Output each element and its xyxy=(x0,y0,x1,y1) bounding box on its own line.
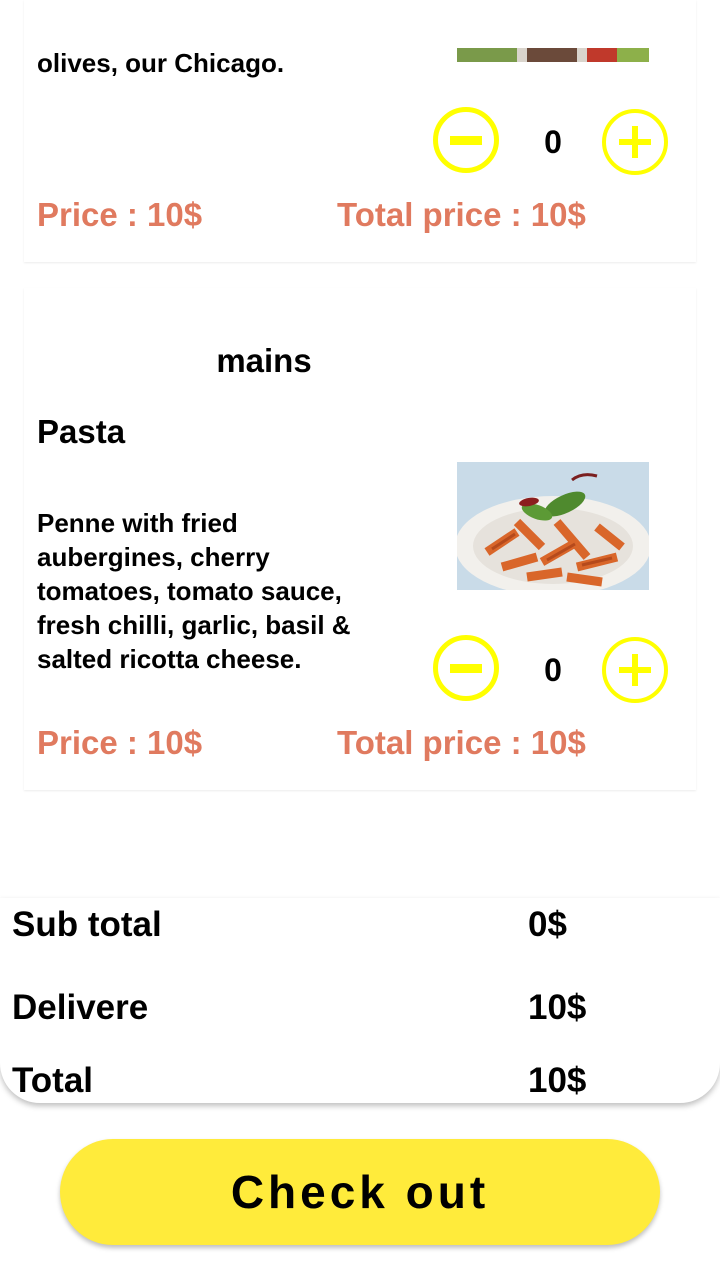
decrease-quantity-button[interactable] xyxy=(433,107,499,173)
minus-icon xyxy=(450,663,482,673)
minus-icon xyxy=(450,135,482,145)
quantity-value: 0 xyxy=(544,652,562,688)
quantity-value: 0 xyxy=(544,124,562,160)
subtotal-value: 0$ xyxy=(528,905,567,944)
total-label: Total xyxy=(12,1061,94,1100)
delivery-value: 10$ xyxy=(528,988,587,1027)
checkout-button[interactable]: Check out xyxy=(60,1139,660,1245)
item-description: Penne with fried aubergines, cherry toma… xyxy=(37,508,351,674)
item-name: Pasta xyxy=(37,413,126,450)
increase-quantity-button[interactable] xyxy=(602,637,668,703)
item-price: Price : 10$ xyxy=(37,724,203,761)
item-image xyxy=(457,48,649,62)
menu-item-card: mains Pasta Penne with fried aubergines,… xyxy=(24,288,696,790)
item-description: olives, our Chicago. xyxy=(37,48,285,78)
category-title: mains xyxy=(216,342,312,379)
item-total-price: Total price : 10$ xyxy=(337,724,586,761)
item-image xyxy=(457,462,649,590)
item-total-price: Total price : 10$ xyxy=(337,196,586,233)
order-summary: Sub total 0$ Delivere 10$ Total 10$ xyxy=(0,898,720,1103)
total-value: 10$ xyxy=(528,1061,587,1100)
item-price: Price : 10$ xyxy=(37,196,203,233)
increase-quantity-button[interactable] xyxy=(602,109,668,175)
menu-item-card: olives, our Chicago. 0 Price : 10$ Total… xyxy=(24,0,696,262)
delivery-label: Delivere xyxy=(12,988,149,1027)
subtotal-label: Sub total xyxy=(12,905,162,944)
decrease-quantity-button[interactable] xyxy=(433,635,499,701)
